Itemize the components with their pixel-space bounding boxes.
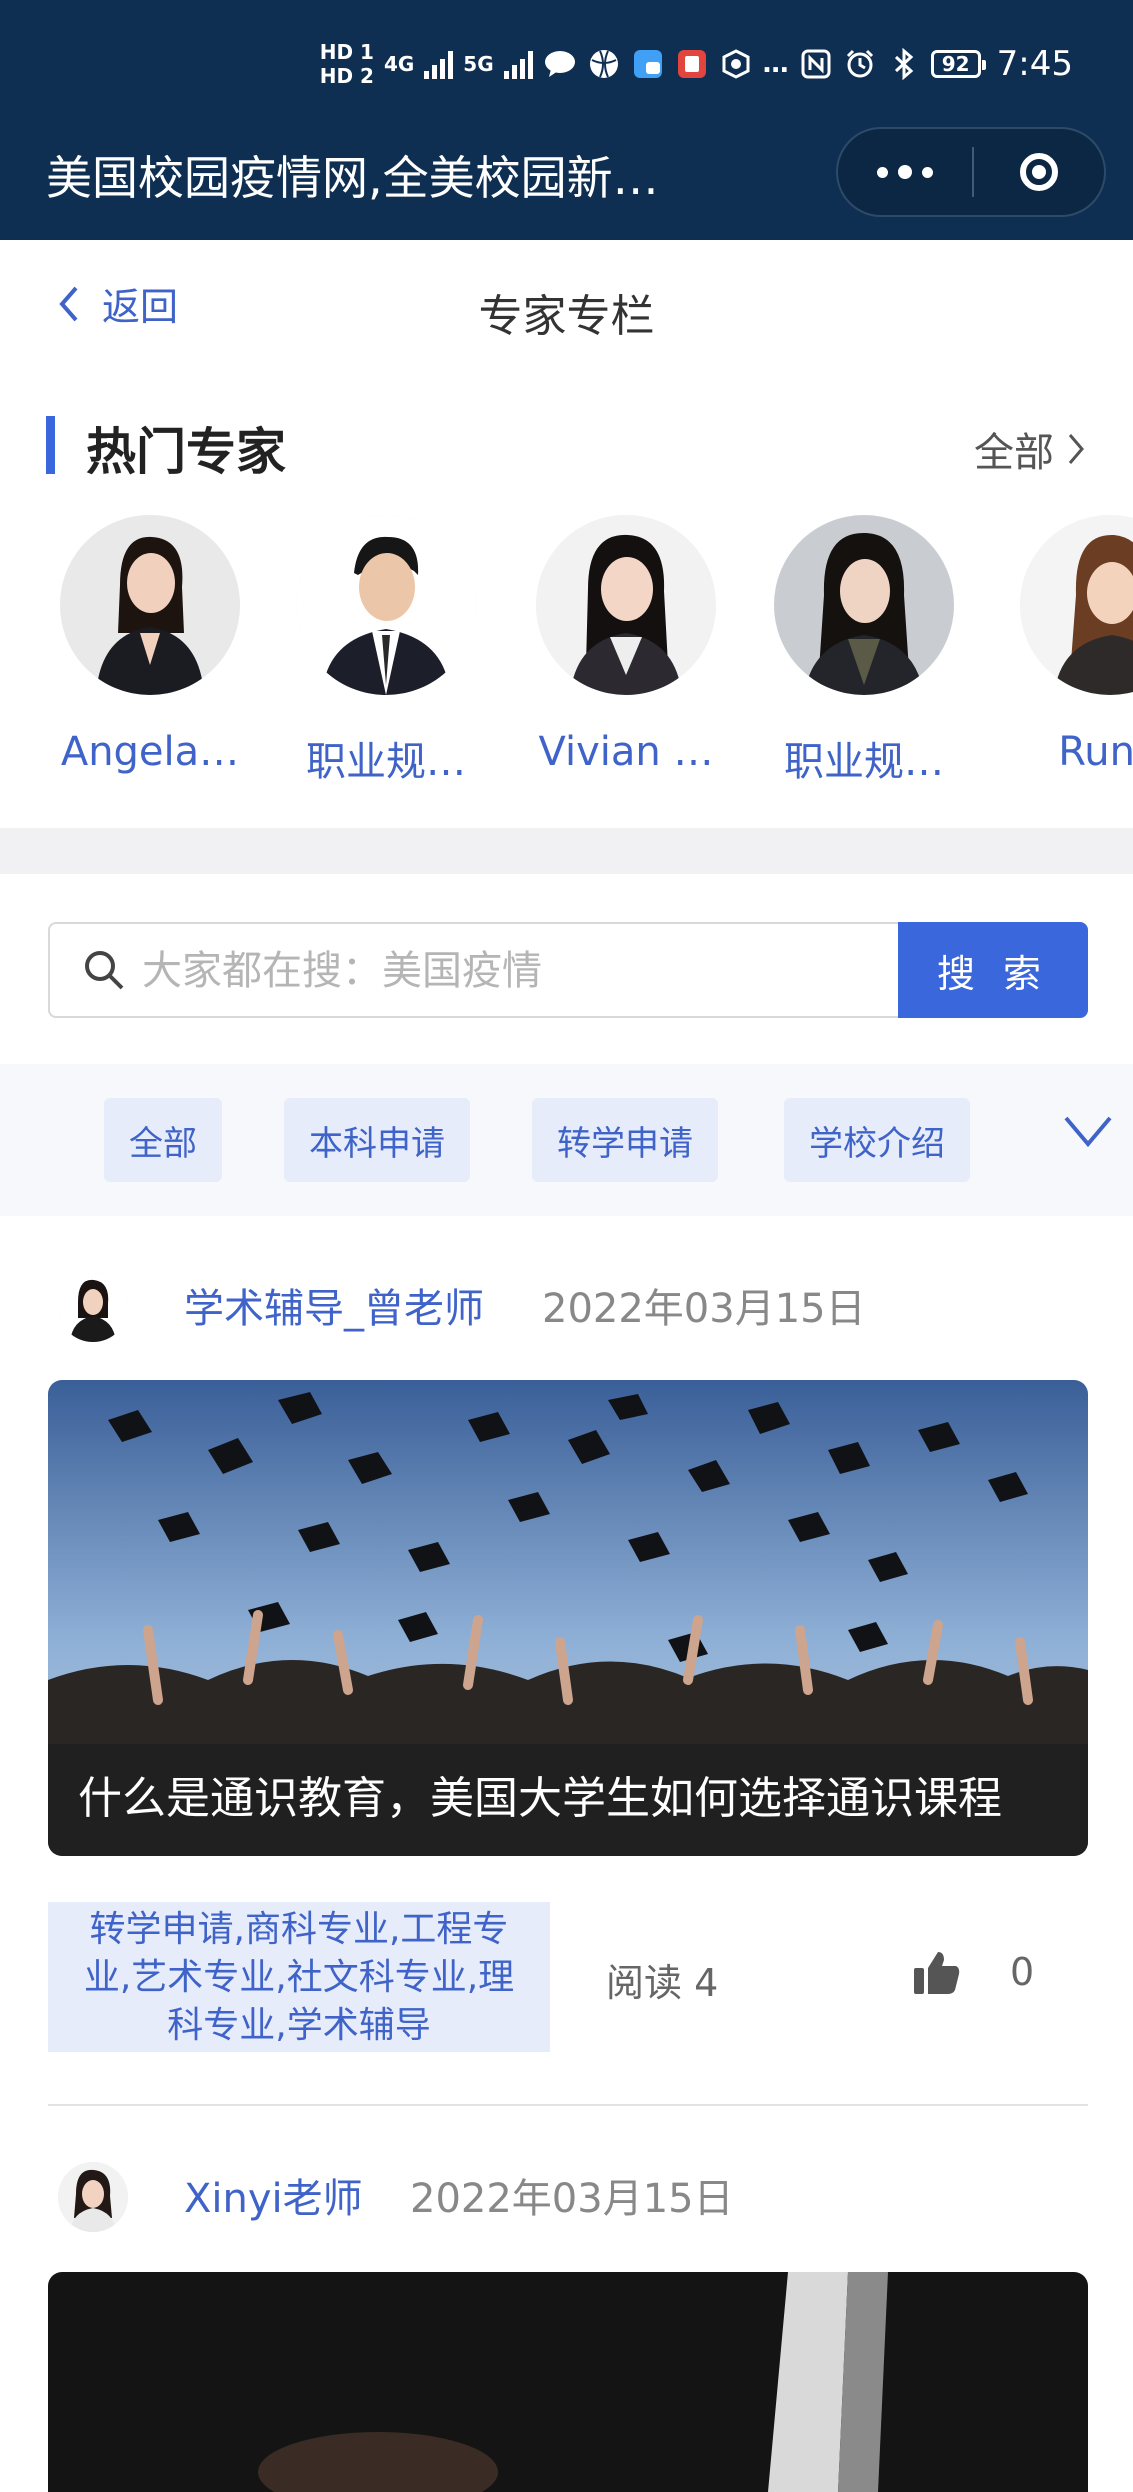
search-box xyxy=(48,922,898,1018)
miniprogram-capsule xyxy=(836,127,1106,217)
nav-bar: 返回 专家专栏 xyxy=(0,240,1133,374)
article-tags[interactable]: 转学申请,商科专业,工程专业,艺术专业,社文科专业,理科专业,学术辅导 xyxy=(48,1902,550,2052)
app-red-icon xyxy=(675,47,709,81)
expert-name: Vivian … xyxy=(538,729,714,775)
page-title: 专家专栏 xyxy=(478,291,655,342)
view-all-experts-link[interactable]: 全部 xyxy=(974,420,1086,478)
sim-labels: HD 1 HD 2 xyxy=(320,42,374,86)
dot-icon xyxy=(898,165,912,179)
basketball-icon xyxy=(587,47,621,81)
expert-name: 职业规… xyxy=(306,739,466,785)
expert-card[interactable]: Runti xyxy=(1010,515,1133,775)
expert-avatar xyxy=(536,515,716,695)
like-count[interactable]: 0 xyxy=(1010,1950,1034,1994)
article-author-row: Xinyi老师 2022年03月15日 xyxy=(48,2152,1088,2242)
thumbs-up-icon xyxy=(914,1952,960,1994)
read-count: 阅读 4 xyxy=(606,1961,719,2005)
article-meta: 转学申请,商科专业,工程专业,艺术专业,社文科专业,理科专业,学术辅导 阅读 4… xyxy=(48,1902,1088,2054)
category-tab[interactable]: 全部 xyxy=(104,1098,222,1182)
hot-experts-header: 热门专家 全部 xyxy=(46,412,1086,481)
section-accent-bar xyxy=(46,416,55,474)
dot-icon xyxy=(922,166,933,178)
chevron-down-icon[interactable] xyxy=(1063,1114,1113,1148)
expert-card[interactable]: Vivian … xyxy=(526,515,726,775)
expert-avatar xyxy=(296,515,476,695)
expert-name: Angela… xyxy=(60,729,240,775)
expert-card[interactable]: 职业规… xyxy=(286,515,486,787)
network-4g-label: 4G xyxy=(383,52,415,76)
expert-name: Runti xyxy=(1058,729,1133,775)
alarm-icon xyxy=(843,47,877,81)
search-button[interactable]: 搜 索 xyxy=(898,922,1088,1018)
dot-icon xyxy=(877,166,888,178)
expert-name: 职业规… xyxy=(784,739,944,785)
section-divider xyxy=(0,828,1133,874)
expert-avatar xyxy=(1020,515,1133,695)
status-bar: HD 1 HD 2 4G 5G … 92 7:45 xyxy=(320,36,1073,92)
expert-card[interactable]: 职业规… xyxy=(764,515,964,787)
chevron-right-icon xyxy=(1068,434,1084,464)
close-miniprogram-button[interactable] xyxy=(974,129,1104,215)
article-cover-image xyxy=(48,2272,1088,2492)
experts-carousel[interactable]: Angela… 职业规… Vivian … 职业规… Runti xyxy=(0,515,1133,790)
author-avatar xyxy=(58,1272,128,1342)
hot-experts-title: 热门专家 xyxy=(86,423,286,481)
search-bar: 搜 索 xyxy=(48,922,1088,1018)
more-notifications-icon: … xyxy=(762,49,789,79)
author-name: Xinyi老师 xyxy=(184,2176,363,2222)
search-icon xyxy=(85,951,124,990)
battery-icon: 92 xyxy=(930,50,986,78)
article-title: 什么是通识教育，美国大学生如何选择通识课程 xyxy=(48,1744,1088,1856)
author-name: 学术辅导_曾老师 xyxy=(184,1286,484,1332)
category-tab[interactable]: 本科申请 xyxy=(284,1098,470,1182)
article-cover[interactable] xyxy=(48,2272,1088,2492)
expert-card[interactable]: Angela… xyxy=(50,515,250,775)
publish-date: 2022年03月15日 xyxy=(410,2176,734,2222)
expert-avatar xyxy=(774,515,954,695)
nfc-icon xyxy=(799,47,833,81)
category-tab[interactable]: 学校介绍 xyxy=(784,1098,970,1182)
author-avatar xyxy=(58,2162,128,2232)
signal-bars-icon xyxy=(503,49,533,79)
publish-date: 2022年03月15日 xyxy=(542,1286,866,1332)
top-bar: HD 1 HD 2 4G 5G … 92 7:45 美国校园疫情网,全美校园新… xyxy=(0,0,1133,240)
view-all-label: 全部 xyxy=(974,430,1054,476)
category-tabs: 全部 本科申请 转学申请 学校介绍 xyxy=(0,1064,1133,1216)
article-divider xyxy=(48,2104,1088,2106)
target-circle-icon xyxy=(1020,153,1058,191)
signal-bars-icon xyxy=(424,49,454,79)
search-input[interactable] xyxy=(140,940,884,1002)
network-5g-label: 5G xyxy=(463,52,494,76)
sim2-label: HD 2 xyxy=(319,64,374,88)
expert-avatar xyxy=(60,515,240,695)
bluetooth-icon xyxy=(887,47,921,81)
app-blue-icon xyxy=(631,47,665,81)
more-menu-button[interactable] xyxy=(838,129,972,215)
article-author-row: 学术辅导_曾老师 2022年03月15日 xyxy=(48,1262,1088,1352)
article-cover[interactable]: 什么是通识教育，美国大学生如何选择通识课程 xyxy=(48,1380,1088,1856)
category-tab[interactable]: 转学申请 xyxy=(532,1098,718,1182)
app-title: 美国校园疫情网,全美校园新… xyxy=(46,151,659,205)
clock-time: 7:45 xyxy=(996,44,1073,84)
sim1-label: HD 1 xyxy=(319,40,374,64)
app-badge-icon xyxy=(719,47,753,81)
chat-bubble-icon xyxy=(543,47,577,81)
